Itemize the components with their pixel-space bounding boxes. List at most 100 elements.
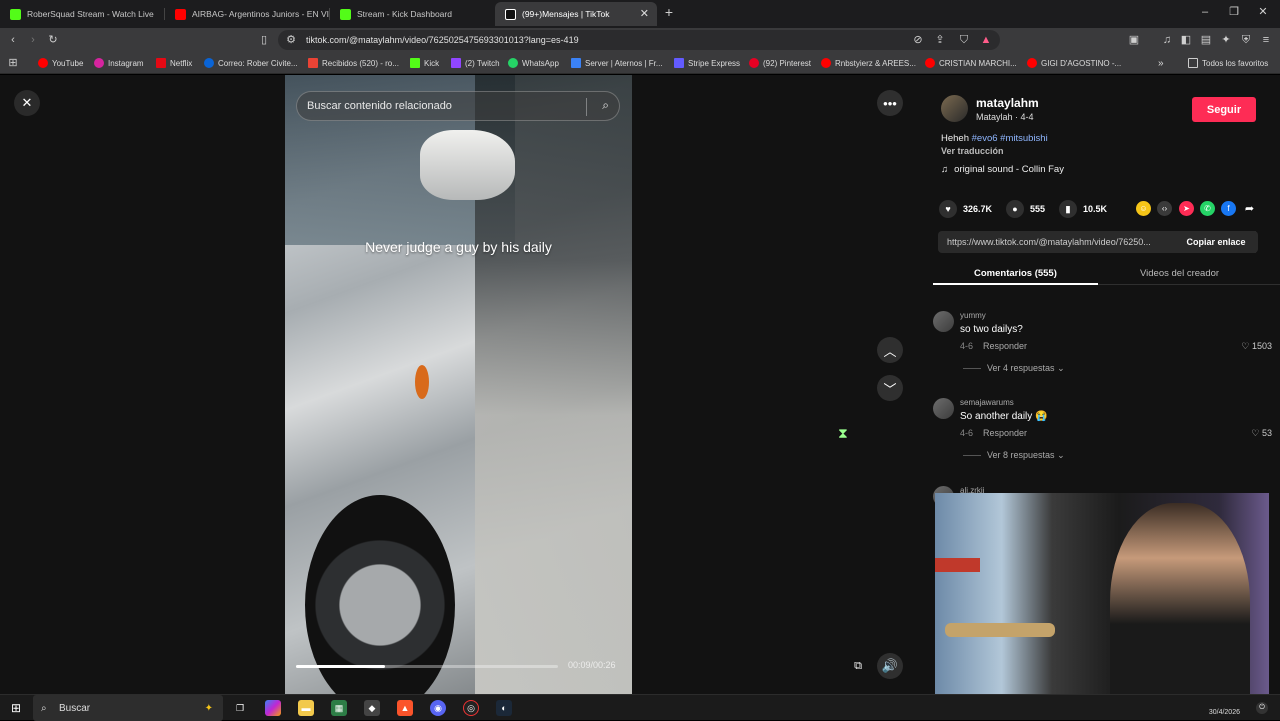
reader-icon[interactable]: ◧: [1179, 33, 1193, 47]
view-replies-button[interactable]: Ver 8 respuestas ⌄: [963, 450, 1065, 461]
facebook-share-icon[interactable]: f: [1221, 201, 1236, 216]
reply-button[interactable]: Responder: [983, 341, 1027, 351]
reply-button[interactable]: Responder: [983, 428, 1027, 438]
search-icon[interactable]: ⌕: [602, 98, 609, 113]
bookmark-pinterest[interactable]: (92) Pinterest: [749, 56, 811, 70]
video-progress-bar[interactable]: [296, 665, 558, 668]
youtube-icon: [821, 58, 831, 68]
bookmark-stripe[interactable]: Stripe Express: [674, 56, 740, 70]
save-button[interactable]: ▮ 10.5K: [1059, 200, 1107, 218]
sidebar-toggle-icon[interactable]: ▣: [1127, 33, 1141, 47]
restore-icon[interactable]: ❐: [1227, 5, 1241, 19]
translate-link[interactable]: Ver traducción: [941, 146, 1004, 156]
share-arrow-icon[interactable]: ➦: [1242, 201, 1257, 216]
media-icon[interactable]: ♫: [1160, 33, 1174, 47]
wallet-icon[interactable]: ▤: [1199, 33, 1213, 47]
bookmark-aternos[interactable]: Server | Aternos | Fr...: [571, 56, 663, 70]
file-explorer-icon[interactable]: ▬: [298, 700, 314, 716]
bookmark-twitch[interactable]: (2) Twitch: [451, 56, 500, 70]
browser-tab[interactable]: AIRBAG- Argentinos Juniors - EN VIVO: [165, 2, 330, 26]
send-icon[interactable]: ➤: [1179, 201, 1194, 216]
task-view-icon[interactable]: ❐: [232, 700, 248, 716]
previous-video-icon[interactable]: ︿: [877, 337, 903, 363]
obs-icon[interactable]: ◎: [463, 700, 479, 716]
windows-start-icon[interactable]: ⊞: [8, 700, 24, 716]
close-window-icon[interactable]: ✕: [1256, 5, 1270, 19]
taskbar-search[interactable]: ⌕ Buscar ✦: [33, 695, 223, 721]
brave-browser-icon[interactable]: ▲: [397, 700, 413, 716]
bookmark-youtube-video[interactable]: Rnbstyierz & AREES...: [821, 56, 916, 70]
follow-button[interactable]: Seguir: [1192, 97, 1256, 122]
video-player[interactable]: [285, 75, 632, 694]
volume-icon[interactable]: 🔊: [877, 653, 903, 679]
back-icon[interactable]: ‹: [6, 33, 20, 47]
close-video-icon[interactable]: ✕: [14, 90, 40, 116]
share-friends-icon[interactable]: ☺: [1136, 201, 1151, 216]
next-video-icon[interactable]: ﹀: [877, 375, 903, 401]
no-tracking-icon[interactable]: ⊘: [911, 33, 925, 47]
comment-button[interactable]: ● 555: [1006, 200, 1045, 218]
commenter-username[interactable]: semajawarums: [960, 398, 1014, 407]
hashtag-link[interactable]: #evo6: [972, 133, 998, 144]
bookmark-instagram[interactable]: Instagram: [94, 56, 144, 70]
comment-like-button[interactable]: ♡ 53: [1251, 428, 1272, 439]
leo-ai-icon[interactable]: ✦: [1219, 33, 1233, 47]
creator-avatar[interactable]: [941, 95, 968, 122]
reload-icon[interactable]: ↻: [46, 33, 60, 47]
comment-text: So another daily 😭: [960, 411, 1048, 422]
all-bookmarks[interactable]: Todos los favoritos: [1188, 56, 1268, 70]
floating-player-icon[interactable]: ⧉: [845, 653, 871, 679]
copilot-icon[interactable]: [265, 700, 281, 716]
epic-games-icon[interactable]: ◆: [364, 700, 380, 716]
new-tab-icon[interactable]: +: [662, 5, 676, 19]
whatsapp-share-icon[interactable]: ✆: [1200, 201, 1215, 216]
bookmark-youtube-video[interactable]: GIGI D'AGOSTINO -...: [1027, 56, 1121, 70]
copy-link-button[interactable]: Copiar enlace: [1176, 231, 1256, 253]
bookmark-icon: ▮: [1059, 200, 1077, 218]
share-page-icon[interactable]: ⇪: [933, 33, 947, 47]
related-search-input[interactable]: Buscar contenido relacionado ⌕: [296, 91, 620, 121]
steam-icon[interactable]: ◐: [496, 700, 512, 716]
bookmark-netflix[interactable]: Netflix: [156, 56, 192, 70]
brave-rewards-icon[interactable]: ▲: [979, 33, 993, 47]
view-replies-button[interactable]: Ver 4 respuestas ⌄: [963, 363, 1065, 374]
address-bar[interactable]: tiktok.com/@mataylahm/video/762502547569…: [278, 30, 1000, 50]
forward-icon[interactable]: ›: [26, 33, 40, 47]
tab-comments[interactable]: Comentarios (555): [974, 268, 1057, 279]
bookmark-gmail[interactable]: Recibidos (520) - ro...: [308, 56, 399, 70]
minimize-icon[interactable]: –: [1198, 5, 1212, 19]
bookmark-icon[interactable]: ▯: [257, 33, 271, 47]
apps-icon[interactable]: ⊞: [6, 56, 20, 70]
close-tab-icon[interactable]: ✕: [640, 7, 649, 20]
creator-username[interactable]: mataylahm: [976, 96, 1039, 110]
sound-link[interactable]: ♫ original sound - Collin Fay: [941, 164, 1064, 175]
more-bookmarks-icon[interactable]: »: [1158, 56, 1164, 70]
store-icon[interactable]: ▦: [331, 700, 347, 716]
notification-icon[interactable]: ⏻: [1256, 702, 1268, 714]
copilot-sparkle-icon: ✦: [204, 702, 213, 714]
bookmarks-bar: ⊞ YouTube Instagram Netflix Correo: Robe…: [0, 52, 1280, 74]
browser-tab[interactable]: RoberSquad Stream - Watch Live: [0, 2, 165, 26]
search-icon: ⌕: [41, 702, 47, 714]
brave-shield-icon[interactable]: ⛉: [957, 33, 971, 47]
like-button[interactable]: ♥ 326.7K: [939, 200, 992, 218]
commenter-avatar[interactable]: [933, 311, 954, 332]
browser-tab-active[interactable]: (99+)Mensajes | TikTok ✕: [495, 2, 657, 26]
more-options-icon[interactable]: •••: [877, 90, 903, 116]
browser-tab[interactable]: Stream - Kick Dashboard: [330, 2, 495, 26]
bookmark-whatsapp[interactable]: WhatsApp: [508, 56, 559, 70]
bookmark-kick[interactable]: Kick: [410, 56, 439, 70]
discord-icon[interactable]: ◉: [430, 700, 446, 716]
bookmark-youtube[interactable]: YouTube: [38, 56, 83, 70]
menu-icon[interactable]: ≡: [1259, 33, 1273, 47]
embed-icon[interactable]: ‹›: [1157, 201, 1172, 216]
bookmark-youtube-video[interactable]: CRISTIAN MARCHI...: [925, 56, 1017, 70]
commenter-username[interactable]: yummy: [960, 311, 986, 320]
site-info-icon[interactable]: ⚙: [284, 33, 298, 47]
bookmark-mail[interactable]: Correo: Rober Civite...: [204, 56, 298, 70]
commenter-avatar[interactable]: [933, 398, 954, 419]
tab-creator-videos[interactable]: Videos del creador: [1140, 268, 1219, 279]
hashtag-link[interactable]: #mitsubishi: [1000, 133, 1048, 144]
vpn-icon[interactable]: ⛨: [1239, 33, 1253, 47]
comment-like-button[interactable]: ♡ 1503: [1241, 341, 1272, 352]
